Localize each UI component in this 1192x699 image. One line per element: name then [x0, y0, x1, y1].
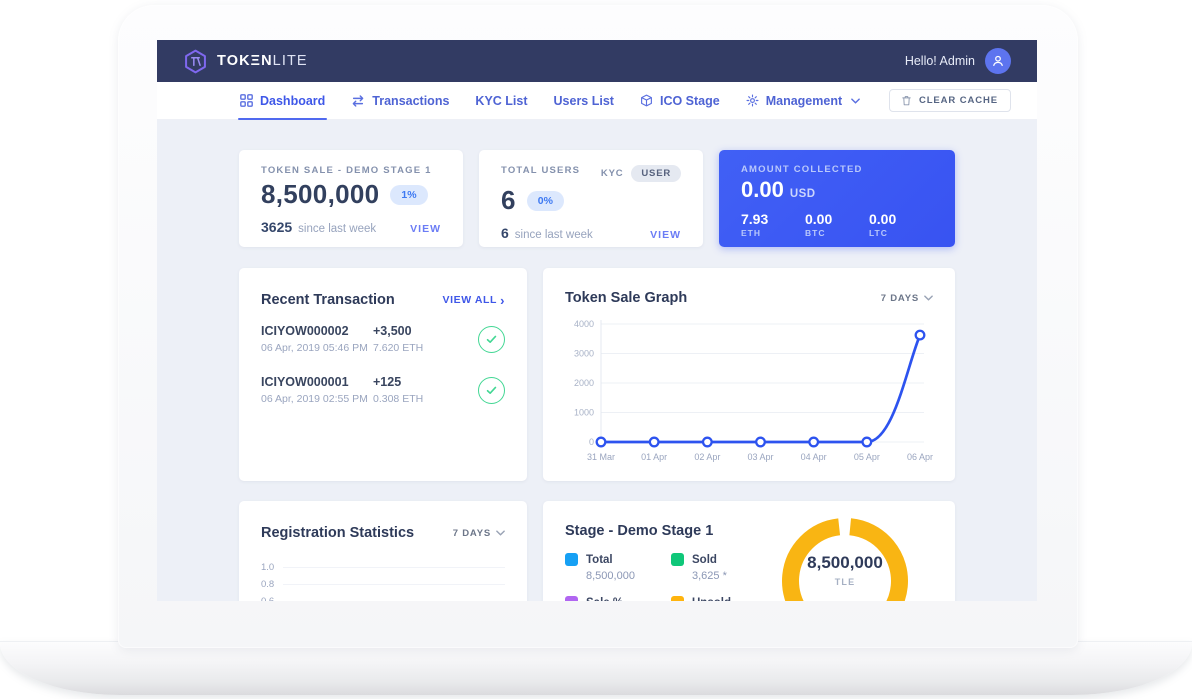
main-nav: Dashboard Transactions KYC List Users Li…	[157, 82, 1037, 120]
svg-text:02 Apr: 02 Apr	[694, 452, 720, 462]
registration-statistics-card: Registration Statistics 7 DAYS 1.0 0.8 0…	[239, 501, 527, 601]
currency-btc: 0.00 BTC	[805, 211, 869, 238]
dashboard-content: TOKEN SALE - DEMO STAGE 1 8,500,000 1% 3…	[239, 120, 955, 601]
token-sale-delta-badge: 1%	[390, 185, 427, 205]
nav-item-ico-stage[interactable]: ICO Stage	[640, 82, 720, 120]
total-users-view-link[interactable]: VIEW	[650, 229, 681, 241]
legend-swatch-total	[565, 553, 578, 566]
device-stand-base	[0, 641, 1192, 695]
cube-icon	[640, 94, 653, 107]
arrow-right-icon: ›	[500, 294, 505, 307]
stage-title: Stage - Demo Stage 1	[565, 523, 713, 539]
chevron-down-icon	[496, 530, 505, 536]
svg-text:03 Apr: 03 Apr	[747, 452, 773, 462]
stage-legend: Total 8,500,000 Sold 3,625 * Sale % U	[565, 553, 765, 601]
tokenlite-logo-icon	[183, 49, 208, 74]
token-sale-view-link[interactable]: VIEW	[410, 223, 441, 235]
svg-text:3000: 3000	[574, 349, 594, 359]
nav-item-users-list[interactable]: Users List	[554, 82, 614, 120]
total-users-label: TOTAL USERS	[501, 165, 580, 176]
currency-ltc: 0.00 LTC	[869, 211, 933, 238]
svg-text:2000: 2000	[574, 378, 594, 388]
svg-text:4000: 4000	[574, 319, 594, 329]
svg-text:1000: 1000	[574, 408, 594, 418]
registration-chart-axis: 1.0 0.8 0.6	[261, 559, 505, 601]
legend-sold: Sold 3,625 *	[671, 553, 759, 582]
token-sale-label: TOKEN SALE - DEMO STAGE 1	[261, 165, 441, 176]
page: TOKΞNLITE Hello! Admin Dashboard	[0, 0, 1192, 699]
confirmed-check-icon	[478, 377, 505, 404]
confirmed-check-icon	[478, 326, 505, 353]
graph-range-dropdown[interactable]: 7 DAYS	[881, 293, 933, 304]
recent-transactions-card: Recent Transaction VIEW ALL › ICIYOW0000…	[239, 268, 527, 481]
legend-swatch-sold	[671, 553, 684, 566]
stage-donut-chart	[775, 511, 915, 601]
grid-icon	[240, 94, 253, 107]
registration-range-dropdown[interactable]: 7 DAYS	[453, 528, 505, 539]
legend-total: Total 8,500,000	[565, 553, 653, 582]
toggle-kyc[interactable]: KYC	[601, 168, 623, 179]
legend-swatch-unsold	[671, 596, 684, 601]
svg-text:04 Apr: 04 Apr	[801, 452, 827, 462]
legend-unsold: Unsold	[671, 596, 759, 601]
toggle-user[interactable]: USER	[631, 165, 681, 182]
chevron-down-icon	[851, 98, 860, 104]
currency-eth: 7.93 ETH	[741, 211, 805, 238]
total-users-week-value: 6	[501, 225, 509, 241]
svg-text:31 Mar: 31 Mar	[587, 452, 615, 462]
total-users-delta-badge: 0%	[527, 191, 564, 211]
nav-item-kyc-list[interactable]: KYC List	[475, 82, 527, 120]
svg-text:0: 0	[589, 437, 594, 447]
legend-swatch-sale-pct	[565, 596, 578, 601]
svg-text:01 Apr: 01 Apr	[641, 452, 667, 462]
total-users-value: 6	[501, 185, 516, 216]
registration-statistics-title: Registration Statistics	[261, 525, 414, 541]
transaction-row[interactable]: ICIYOW000002 06 Apr, 2019 05:46 PM +3,50…	[261, 324, 505, 354]
total-users-week-text: since last week	[515, 229, 593, 241]
amount-usd-value: 0.00	[741, 177, 784, 203]
token-sale-graph-title: Token Sale Graph	[565, 290, 687, 306]
token-sale-line-chart: 0 1000 2000 3000 4000 31 Mar 01 Apr 02 Apr 03 Ap…	[565, 316, 933, 471]
nav-item-dashboard[interactable]: Dashboard	[240, 82, 325, 120]
clear-cache-button[interactable]: CLEAR CACHE	[889, 89, 1011, 112]
amount-usd-unit: USD	[790, 188, 816, 200]
stage-demo-card: Stage - Demo Stage 1 Total 8,500,000 Sol…	[543, 501, 955, 601]
transaction-row[interactable]: ICIYOW000001 06 Apr, 2019 02:55 PM +125 …	[261, 375, 505, 405]
top-navbar: TOKΞNLITE Hello! Admin	[157, 40, 1037, 82]
greeting-text: Hello! Admin	[905, 54, 975, 68]
trash-icon	[902, 95, 911, 106]
svg-text:05 Apr: 05 Apr	[854, 452, 880, 462]
chevron-down-icon	[924, 295, 933, 301]
amount-collected-label: AMOUNT COLLECTED	[741, 164, 933, 175]
nav-item-management[interactable]: Management	[746, 82, 860, 120]
brand-logo[interactable]: TOKΞNLITE	[183, 49, 308, 74]
total-users-card: TOTAL USERS KYC USER 6 0% 6 since last w…	[479, 150, 703, 247]
person-icon	[991, 54, 1005, 68]
swap-icon	[351, 94, 365, 108]
kyc-user-toggle: KYC USER	[601, 165, 681, 182]
token-sale-graph-card: Token Sale Graph 7 DAYS 0 1000 2000 3000 400…	[543, 268, 955, 481]
view-all-link[interactable]: VIEW ALL ›	[442, 294, 505, 307]
nav-item-transactions[interactable]: Transactions	[351, 82, 449, 120]
token-sale-week-value: 3625	[261, 219, 292, 235]
brand-name: TOKΞNLITE	[217, 53, 308, 69]
recent-transactions-title: Recent Transaction	[261, 292, 395, 308]
svg-text:06 Apr: 06 Apr	[907, 452, 933, 462]
user-avatar[interactable]	[985, 48, 1011, 74]
token-sale-card: TOKEN SALE - DEMO STAGE 1 8,500,000 1% 3…	[239, 150, 463, 247]
amount-collected-card: AMOUNT COLLECTED 0.00 USD 7.93 ETH 0.00 …	[719, 150, 955, 247]
token-sale-value: 8,500,000	[261, 179, 379, 210]
legend-sale-pct: Sale %	[565, 596, 653, 601]
app-window: TOKΞNLITE Hello! Admin Dashboard	[157, 40, 1037, 601]
token-sale-week-text: since last week	[298, 223, 376, 235]
gear-icon	[746, 94, 759, 107]
